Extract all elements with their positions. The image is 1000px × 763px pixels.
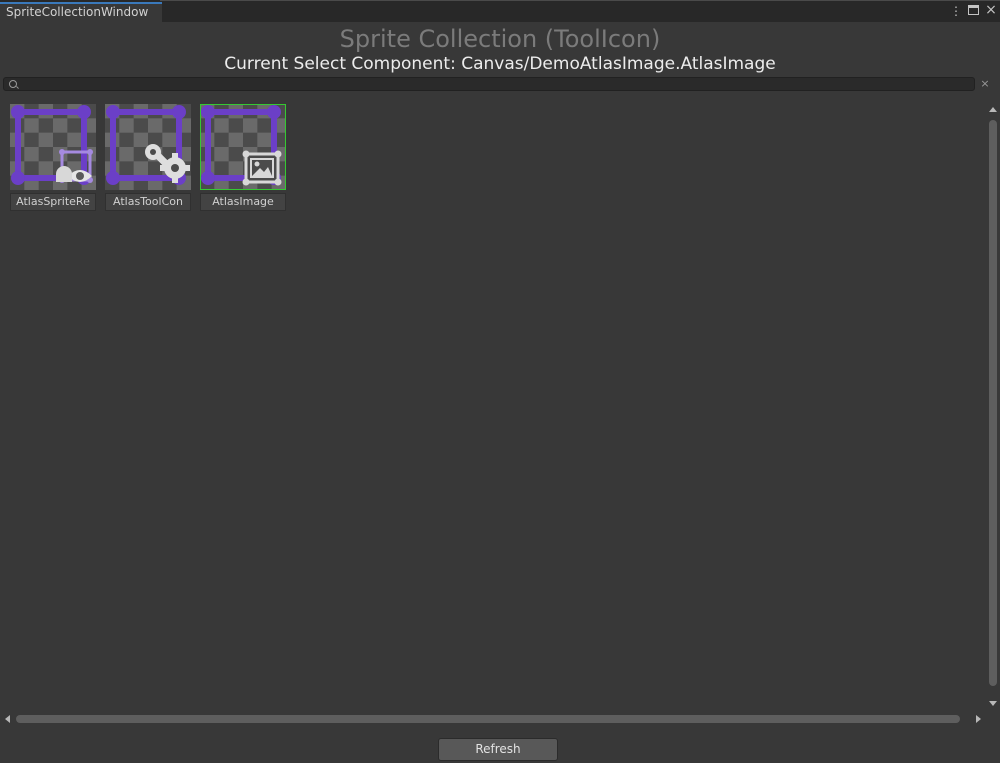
tab-bar: SpriteCollectionWindow ⋮ × [0, 0, 1000, 22]
close-icon[interactable]: × [984, 2, 998, 18]
refresh-button[interactable]: Refresh [438, 738, 558, 761]
page-title: Sprite Collection (ToolIcon) [339, 25, 661, 53]
window-tab[interactable]: SpriteCollectionWindow [0, 2, 163, 22]
wrench-gear-icon[interactable] [105, 104, 191, 190]
image-frame-icon[interactable] [200, 104, 286, 190]
sprite-label: AtlasSpriteRe [10, 193, 96, 211]
vertical-scrollbar[interactable] [986, 104, 1000, 712]
sprite-label: AtlasToolCon [105, 193, 191, 211]
horizontal-scroll-thumb[interactable] [16, 715, 960, 723]
maximize-icon[interactable] [968, 5, 979, 15]
vertical-scroll-thumb[interactable] [989, 120, 997, 686]
search-icon [9, 80, 17, 88]
horizontal-scrollbar[interactable] [0, 712, 986, 726]
scroll-right-arrow-icon[interactable] [976, 715, 981, 723]
sprite-label: AtlasImage [200, 193, 286, 211]
atlas-sprite-eye-icon[interactable] [10, 104, 96, 190]
scroll-up-arrow-icon[interactable] [989, 107, 997, 112]
more-options-icon[interactable]: ⋮ [950, 4, 962, 18]
clear-search-icon[interactable]: × [980, 78, 990, 90]
scroll-left-arrow-icon[interactable] [5, 715, 10, 723]
search-input[interactable] [22, 78, 962, 90]
selected-component-path: Current Select Component: Canvas/DemoAtl… [224, 54, 776, 74]
tab-bar-divider [160, 0, 1000, 1]
scroll-down-arrow-icon[interactable] [989, 701, 997, 706]
search-field[interactable] [3, 77, 975, 91]
